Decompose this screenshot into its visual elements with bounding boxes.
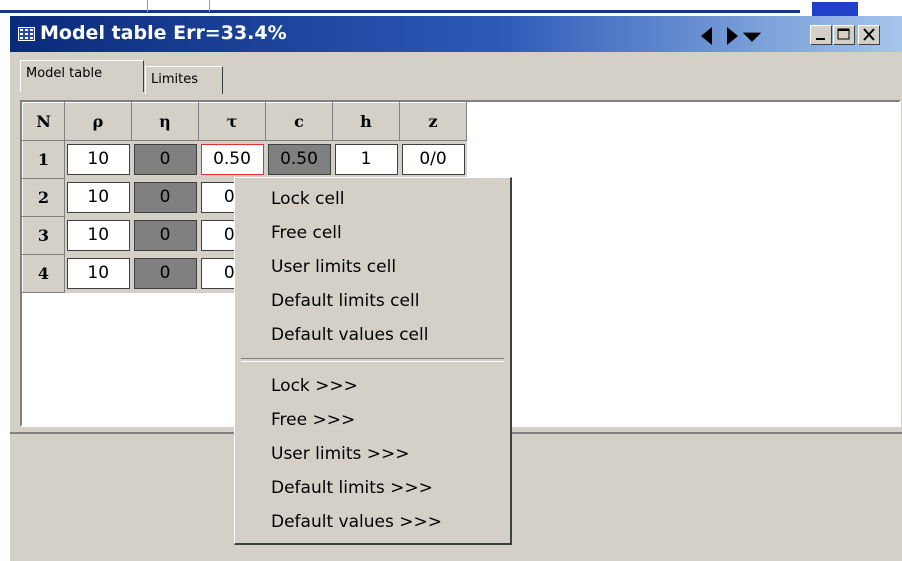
cell-eta[interactable]: 0 <box>133 182 197 213</box>
cell-rho[interactable]: 10 <box>67 258 130 289</box>
cell-eta[interactable]: 0 <box>133 144 197 176</box>
background-window-strip <box>0 0 902 16</box>
column-header-n: N <box>22 102 65 141</box>
close-icon <box>863 28 875 41</box>
cell-rho[interactable]: 10 <box>67 144 130 176</box>
cell-h[interactable]: 1 <box>334 144 398 176</box>
table-row: 1 10 0 0.50 0.50 1 0/0 <box>22 140 467 179</box>
menu-separator <box>241 358 504 362</box>
cell-tau-selected[interactable]: 0.50 <box>200 144 264 176</box>
tab-limites[interactable]: Limites <box>145 66 223 94</box>
menu-item-free-cell[interactable]: Free cell <box>271 218 342 248</box>
column-header-eta[interactable]: η <box>131 102 199 141</box>
table-header-row: N ρ η τ c h z <box>22 102 467 141</box>
row-header[interactable]: 2 <box>22 178 65 217</box>
cell-c[interactable]: 0.50 <box>267 144 331 176</box>
column-header-h[interactable]: h <box>332 102 400 141</box>
menu-item-user-limits-all[interactable]: User limits >>> <box>271 439 410 469</box>
row-header[interactable]: 1 <box>22 140 65 179</box>
tab-bar: Model table Limites <box>10 52 902 98</box>
column-header-c[interactable]: c <box>265 102 333 141</box>
cell-rho[interactable]: 10 <box>67 220 130 251</box>
background-title-line <box>0 10 800 13</box>
triangle-left-icon[interactable] <box>698 26 718 46</box>
maximize-icon <box>837 28 850 40</box>
menu-item-lock-all[interactable]: Lock >>> <box>271 371 358 401</box>
menu-item-default-values-all[interactable]: Default values >>> <box>271 507 442 537</box>
menu-item-default-limits-cell[interactable]: Default limits cell <box>271 286 419 316</box>
maximize-button[interactable] <box>833 25 855 45</box>
cell-rho[interactable]: 10 <box>67 182 130 213</box>
table-icon <box>18 27 35 41</box>
background-divider <box>147 0 148 12</box>
cell-eta[interactable]: 0 <box>133 258 197 289</box>
triangle-down-icon[interactable] <box>742 26 762 46</box>
close-button[interactable] <box>858 25 880 45</box>
background-window-fragment <box>812 2 858 16</box>
row-header[interactable]: 3 <box>22 216 65 255</box>
minimize-button[interactable] <box>810 25 832 45</box>
menu-item-free-all[interactable]: Free >>> <box>271 405 355 435</box>
context-menu: Lock cell Free cell User limits cell Def… <box>234 177 512 545</box>
column-header-z[interactable]: z <box>399 102 467 141</box>
menu-item-user-limits-cell[interactable]: User limits cell <box>271 252 396 282</box>
cell-z[interactable]: 0/0 <box>401 144 465 176</box>
menu-item-lock-cell[interactable]: Lock cell <box>271 184 344 214</box>
triangle-right-icon[interactable] <box>722 26 742 46</box>
menu-item-default-limits-all[interactable]: Default limits >>> <box>271 473 433 503</box>
column-header-tau[interactable]: τ <box>198 102 266 141</box>
title-bar[interactable]: Model table Err=33.4% <box>10 16 902 52</box>
menu-item-default-values-cell[interactable]: Default values cell <box>271 320 428 350</box>
cell-eta[interactable]: 0 <box>133 220 197 251</box>
column-header-rho[interactable]: ρ <box>64 102 132 141</box>
row-header[interactable]: 4 <box>22 254 65 293</box>
background-divider <box>209 0 210 12</box>
tab-model-table[interactable]: Model table <box>20 60 144 92</box>
minimize-icon <box>816 38 825 40</box>
window-title: Model table Err=33.4% <box>40 22 287 44</box>
